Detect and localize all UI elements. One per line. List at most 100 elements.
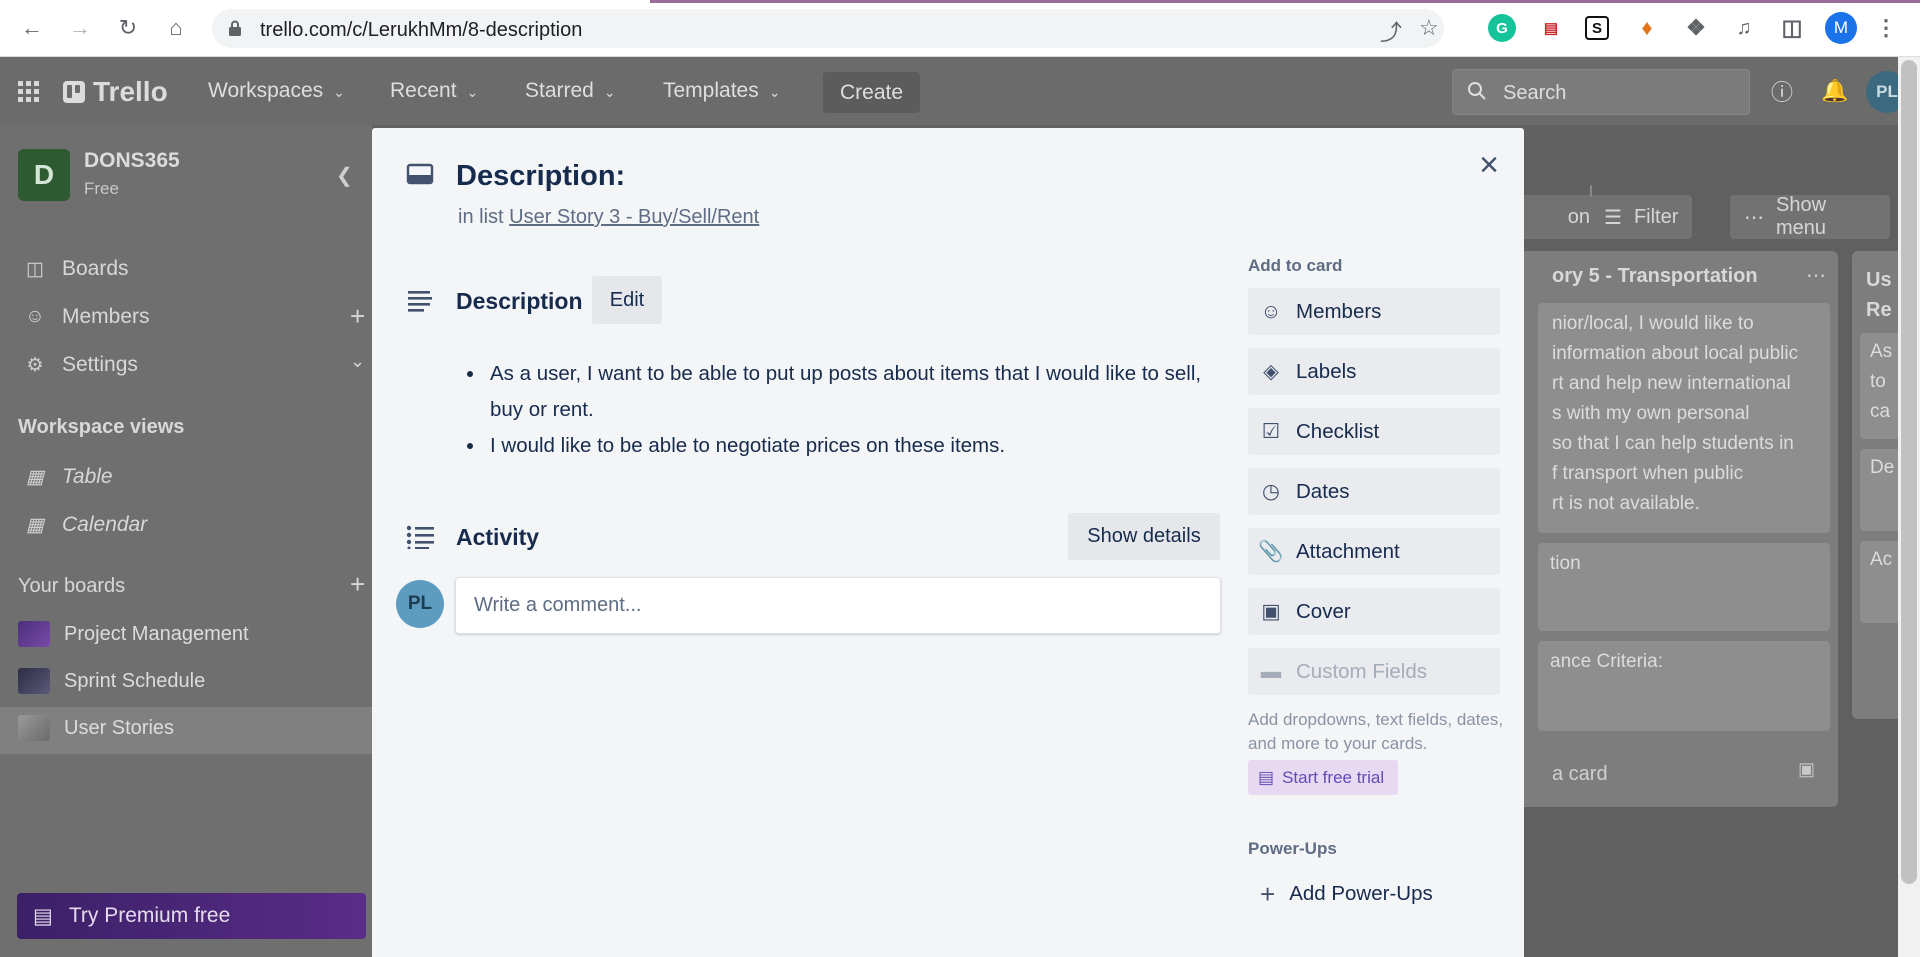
puzzle-icon[interactable]: ❖ — [1682, 14, 1710, 42]
add-member-icon[interactable]: + — [350, 301, 365, 332]
app-switcher-icon[interactable] — [18, 81, 40, 103]
profile-avatar[interactable]: M — [1825, 12, 1857, 44]
nav-recent[interactable]: Recent ⌄ — [390, 79, 478, 103]
workspace-sidebar: D DONS365 Free ❮ ◫ Boards ☺ Members + ⚙ Set… — [0, 125, 372, 957]
chevron-down-icon: ⌄ — [768, 84, 781, 100]
card-title[interactable]: Description: — [456, 160, 625, 193]
add-card-button[interactable]: a card — [1552, 763, 1608, 786]
nav-starred[interactable]: Starred ⌄ — [525, 79, 616, 103]
label-icon: ◈ — [1263, 360, 1279, 383]
trello-header: Trello Workspaces ⌄ Recent ⌄ Starred ⌄ Temp… — [0, 57, 1920, 125]
add-powerups-button[interactable]: + Add Power-Ups — [1248, 874, 1433, 914]
activity-icon — [406, 525, 434, 549]
chevron-down-icon: ⌄ — [466, 84, 479, 100]
home-icon[interactable]: ⌂ — [160, 12, 192, 44]
list-card[interactable]: ance Criteria: — [1538, 641, 1830, 731]
collapse-sidebar-icon[interactable]: ❮ — [336, 163, 353, 188]
list-title: Us Re — [1866, 269, 1892, 321]
cover-button[interactable]: ▣ Cover — [1248, 588, 1500, 635]
metamask-fox-icon[interactable]: ♦ — [1633, 14, 1661, 42]
workspace-name[interactable]: DONS365 — [84, 149, 180, 173]
card-template-icon[interactable]: ▣ — [1798, 759, 1815, 780]
card-detail-modal: × Description: in list User Story 3 - Bu… — [372, 128, 1524, 957]
board-thumbnail — [18, 621, 50, 647]
boards-icon: ◫ — [26, 258, 44, 280]
forward-icon[interactable]: → — [64, 12, 96, 44]
create-button[interactable]: Create — [823, 72, 920, 113]
members-button[interactable]: ☺ Members — [1248, 288, 1500, 335]
card-icon — [406, 163, 434, 185]
info-icon[interactable]: ⓘ — [1768, 77, 1796, 105]
pdf-icon[interactable]: ▤ — [1537, 14, 1565, 42]
show-details-button[interactable]: Show details — [1068, 513, 1220, 560]
back-icon[interactable]: ← — [16, 12, 48, 44]
try-premium-button[interactable]: ▤ Try Premium free — [17, 893, 366, 939]
member-icon: ☺ — [1260, 299, 1282, 323]
edit-description-button[interactable]: Edit — [592, 276, 662, 324]
clock-icon: ◷ — [1262, 480, 1280, 503]
sidebar-item-table[interactable]: ▦ Table — [24, 465, 113, 489]
attachment-button[interactable]: 📎 Attachment — [1248, 528, 1500, 575]
search-box[interactable]: Search — [1452, 69, 1750, 115]
list-link[interactable]: User Story 3 - Buy/Sell/Rent — [509, 206, 759, 228]
table-icon: ▦ — [26, 466, 44, 488]
address-bar[interactable]: trello.com/c/LerukhMm/8-description ⤴ ☆ — [212, 9, 1444, 48]
reload-icon[interactable]: ↻ — [112, 12, 144, 44]
list-card[interactable]: tion — [1538, 543, 1830, 631]
bookmark-star-icon[interactable]: ☆ — [1419, 15, 1439, 41]
trello-logo-icon — [63, 81, 85, 103]
nav-templates[interactable]: Templates ⌄ — [663, 79, 780, 103]
comment-input[interactable] — [455, 577, 1221, 634]
card-list-info: in list User Story 3 - Buy/Sell/Rent — [458, 206, 759, 229]
board-item-project-management[interactable]: Project Management — [18, 621, 249, 647]
start-free-trial-button[interactable]: ▤ Start free trial — [1248, 760, 1398, 795]
sidebar-item-calendar[interactable]: ▦ Calendar — [24, 513, 147, 537]
workspace-views-heading: Workspace views — [18, 416, 185, 438]
briefcase-icon: ▤ — [1258, 767, 1275, 787]
list-user-story-5: ory 5 - Transportation ⋯ nior/local, I w… — [1472, 251, 1838, 807]
description-heading: Description — [456, 288, 583, 314]
bell-icon[interactable]: 🔔 — [1821, 77, 1849, 105]
board-item-sprint-schedule[interactable]: Sprint Schedule — [18, 668, 205, 694]
cover-icon: ▣ — [1261, 600, 1281, 623]
list-card[interactable]: nior/local, I would like to information … — [1538, 303, 1830, 533]
list-menu-icon[interactable]: ⋯ — [1806, 263, 1826, 288]
browser-menu-icon[interactable]: ⋮ — [1872, 14, 1900, 42]
filter-button[interactable]: ☰ Filter — [1590, 195, 1693, 239]
browser-toolbar: ← → ↻ ⌂ trello.com/c/LerukhMm/8-descript… — [0, 0, 1920, 57]
description-bullet: I would like to be able to negotiate pri… — [486, 428, 1204, 464]
page-scrollbar-thumb[interactable] — [1901, 60, 1917, 884]
custom-fields-button[interactable]: ▬ Custom Fields — [1248, 648, 1500, 695]
board-item-user-stories[interactable]: User Stories — [18, 715, 174, 741]
trello-logo[interactable]: Trello — [63, 76, 168, 108]
sidebar-item-settings[interactable]: ⚙ Settings — [24, 353, 137, 377]
sidepanel-icon[interactable]: ◫ — [1778, 14, 1806, 42]
in-list-label: in list — [458, 206, 504, 228]
list-title: ory 5 - Transportation — [1552, 265, 1758, 287]
custom-fields-help: Add dropdowns, text fields, dates, and m… — [1248, 710, 1504, 753]
dates-button[interactable]: ◷ Dates — [1248, 468, 1500, 515]
checklist-button[interactable]: ☑ Checklist — [1248, 408, 1500, 455]
add-board-icon[interactable]: + — [350, 569, 365, 600]
nav-workspaces[interactable]: Workspaces ⌄ — [208, 79, 345, 103]
s-extension-icon[interactable]: S — [1585, 16, 1609, 40]
chevron-down-icon[interactable]: ⌄ — [350, 351, 365, 372]
paperclip-icon: 📎 — [1258, 539, 1284, 563]
grammarly-icon[interactable]: G — [1488, 14, 1516, 42]
plus-icon: + — [1260, 878, 1276, 909]
share-icon[interactable]: ⤴ — [1380, 15, 1402, 47]
search-placeholder: Search — [1503, 82, 1567, 104]
close-icon[interactable]: × — [1472, 146, 1506, 184]
show-menu-button[interactable]: ⋯ Show menu — [1730, 194, 1890, 239]
tab-strip-accent — [650, 0, 1920, 3]
board-thumbnail — [18, 715, 50, 741]
media-icon[interactable]: ♫ — [1730, 14, 1758, 42]
labels-button[interactable]: ◈ Labels — [1248, 348, 1500, 395]
description-content[interactable]: As a user, I want to be able to put up p… — [464, 356, 1204, 464]
sidebar-item-members[interactable]: ☺ Members — [24, 305, 149, 329]
search-icon — [1468, 82, 1486, 100]
briefcase-icon: ▤ — [33, 904, 53, 928]
sidebar-item-boards[interactable]: ◫ Boards — [24, 257, 129, 281]
description-bullet: As a user, I want to be able to put up p… — [486, 356, 1204, 428]
checklist-icon: ☑ — [1261, 420, 1281, 443]
